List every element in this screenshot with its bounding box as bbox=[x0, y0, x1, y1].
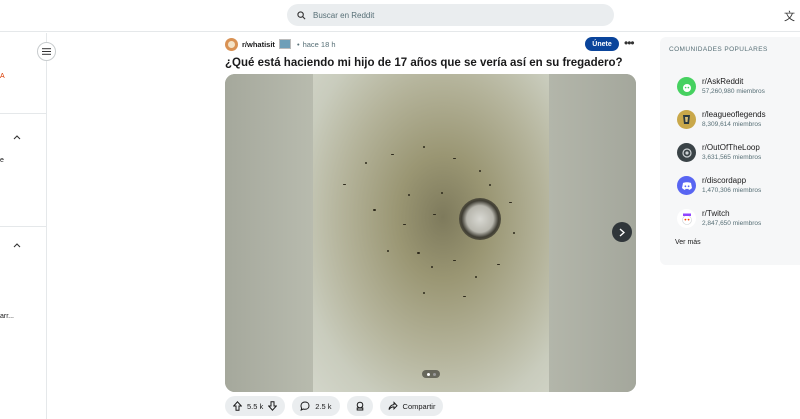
subreddit-avatar[interactable] bbox=[225, 37, 238, 51]
popular-communities-heading: COMUNIDADES POPULARES bbox=[669, 46, 768, 53]
community-name: r/leagueoflegends bbox=[702, 110, 766, 119]
more-options-icon[interactable]: ••• bbox=[624, 37, 635, 49]
hamburger-icon bbox=[42, 48, 51, 55]
post-time: hace 18 h bbox=[302, 39, 336, 49]
comments-button[interactable]: 2.5 k bbox=[292, 396, 340, 416]
community-item[interactable]: r/OutOfTheLoop 3,631,565 miembros bbox=[677, 143, 761, 162]
discord-icon bbox=[677, 176, 696, 195]
popular-communities-card: COMUNIDADES POPULARES r/AskReddit 57,260… bbox=[660, 37, 800, 265]
community-item[interactable]: r/Twitch 2,847,650 miembros bbox=[677, 209, 761, 228]
league-icon bbox=[677, 110, 696, 129]
search-icon bbox=[297, 10, 306, 19]
community-item[interactable]: r/discordapp 1,470,306 miembros bbox=[677, 176, 761, 195]
wall-left bbox=[225, 74, 313, 392]
community-members: 8,309,614 miembros bbox=[702, 121, 762, 128]
top-bar: Buscar en Reddit 文 bbox=[0, 0, 800, 32]
carousel-pagination bbox=[422, 370, 440, 378]
join-button[interactable]: Únete bbox=[585, 37, 619, 51]
community-item[interactable]: r/leagueoflegends 8,309,614 miembros bbox=[677, 110, 766, 129]
award-button[interactable] bbox=[346, 396, 373, 416]
post-actions: 5.5 k 2.5 k Compartir bbox=[225, 396, 444, 416]
community-members: 3,631,565 miembros bbox=[702, 154, 762, 161]
community-name: r/AskReddit bbox=[702, 77, 744, 86]
search-placeholder: Buscar en Reddit bbox=[313, 10, 375, 20]
community-name: r/Twitch bbox=[702, 209, 730, 218]
divider bbox=[0, 226, 47, 227]
carousel-dot[interactable] bbox=[432, 372, 436, 376]
translate-icon[interactable]: 文 bbox=[784, 8, 795, 24]
sink-basin bbox=[313, 74, 549, 392]
community-members: 2,847,650 miembros bbox=[702, 220, 762, 227]
community-item[interactable]: r/AskReddit 57,260,980 miembros bbox=[677, 77, 765, 96]
chevron-up-icon[interactable] bbox=[13, 134, 21, 140]
community-name: r/OutOfTheLoop bbox=[702, 143, 760, 152]
sink-drain bbox=[459, 198, 501, 240]
community-members: 57,260,980 miembros bbox=[702, 88, 765, 95]
vote-group: 5.5 k bbox=[225, 396, 286, 416]
post-title[interactable]: ¿Qué está haciendo mi hijo de 17 años qu… bbox=[225, 57, 623, 69]
menu-toggle-button[interactable] bbox=[37, 42, 56, 61]
subreddit-name[interactable]: r/whatisit bbox=[242, 40, 275, 49]
carousel-next-button[interactable] bbox=[612, 222, 632, 242]
left-nav-fragment[interactable]: e bbox=[0, 157, 4, 164]
community-members: 1,470,306 miembros bbox=[702, 187, 762, 194]
comment-count: 2.5 k bbox=[315, 401, 332, 411]
share-icon bbox=[388, 401, 398, 411]
community-name: r/discordapp bbox=[702, 176, 747, 185]
downvote-icon[interactable] bbox=[268, 401, 278, 411]
vote-count: 5.5 k bbox=[247, 401, 264, 411]
share-label: Compartir bbox=[402, 401, 436, 411]
user-avatar[interactable] bbox=[278, 39, 291, 49]
share-button[interactable]: Compartir bbox=[379, 396, 444, 416]
loop-icon bbox=[677, 143, 696, 162]
askreddit-icon bbox=[677, 77, 696, 96]
comment-icon bbox=[300, 401, 310, 411]
separator-dot: • bbox=[296, 39, 300, 49]
search-input[interactable]: Buscar en Reddit bbox=[287, 4, 614, 26]
post-header: r/whatisit • hace 18 h bbox=[225, 37, 336, 51]
award-icon bbox=[356, 401, 363, 411]
divider bbox=[0, 113, 47, 114]
upvote-icon[interactable] bbox=[233, 401, 242, 411]
twitch-icon bbox=[677, 209, 696, 228]
left-nav-fragment[interactable]: A bbox=[0, 73, 5, 80]
left-nav-fragment[interactable]: arr... bbox=[0, 313, 14, 320]
chevron-up-icon[interactable] bbox=[13, 242, 21, 248]
chevron-right-icon bbox=[619, 227, 625, 237]
see-more-link[interactable]: Ver más bbox=[675, 239, 701, 246]
carousel-dot-active[interactable] bbox=[426, 372, 430, 376]
post-image[interactable] bbox=[225, 74, 636, 392]
left-sidebar: A e arr... bbox=[0, 33, 47, 419]
